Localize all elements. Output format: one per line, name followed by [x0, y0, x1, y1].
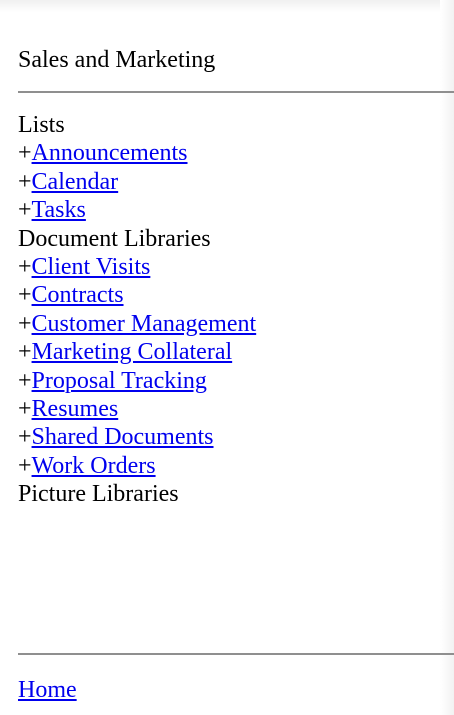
nav-item-work-orders: +Work Orders: [18, 452, 256, 480]
expand-plus: +: [18, 310, 32, 337]
link-proposal-tracking[interactable]: Proposal Tracking: [32, 368, 207, 394]
nav-item-contracts: +Contracts: [18, 281, 256, 309]
expand-plus: +: [18, 168, 32, 195]
link-customer-management[interactable]: Customer Management: [32, 311, 257, 337]
link-work-orders[interactable]: Work Orders: [32, 453, 156, 479]
top-divider: [18, 91, 454, 93]
expand-plus: +: [18, 197, 32, 224]
bottom-divider: [18, 653, 454, 655]
nav-item-customer-management: +Customer Management: [18, 310, 256, 338]
link-tasks[interactable]: Tasks: [32, 197, 86, 223]
link-contracts[interactable]: Contracts: [32, 282, 124, 308]
nav-item-marketing-collateral: +Marketing Collateral: [18, 338, 256, 366]
quick-launch-nav: Lists +Announcements +Calendar +Tasks Do…: [18, 111, 256, 508]
nav-item-tasks: +Tasks: [18, 196, 256, 224]
expand-plus: +: [18, 282, 32, 309]
nav-item-client-visits: +Client Visits: [18, 253, 256, 281]
expand-plus: +: [18, 339, 32, 366]
link-shared-documents[interactable]: Shared Documents: [32, 424, 214, 450]
link-marketing-collateral[interactable]: Marketing Collateral: [32, 339, 233, 365]
section-heading-lists: Lists: [18, 112, 65, 138]
nav-item-resumes: +Resumes: [18, 395, 256, 423]
nav-item-proposal-tracking: +Proposal Tracking: [18, 367, 256, 395]
link-calendar[interactable]: Calendar: [32, 169, 119, 195]
top-shadow: [0, 0, 454, 12]
section-heading-document-libraries: Document Libraries: [18, 225, 211, 252]
section-heading-picture-libraries: Picture Libraries: [18, 481, 179, 508]
link-resumes[interactable]: Resumes: [32, 396, 119, 422]
expand-plus: +: [18, 424, 32, 451]
right-shadow: [440, 0, 454, 715]
site-title: Sales and Marketing: [18, 47, 216, 73]
expand-plus: +: [18, 452, 32, 479]
expand-plus: +: [18, 395, 32, 422]
nav-item-shared-documents: +Shared Documents: [18, 423, 256, 451]
expand-plus: +: [18, 140, 32, 167]
home-link[interactable]: Home: [18, 676, 77, 704]
expand-plus: +: [18, 367, 32, 394]
expand-plus: +: [18, 253, 32, 280]
nav-item-announcements: +Announcements: [18, 139, 256, 167]
link-announcements[interactable]: Announcements: [32, 140, 188, 166]
link-client-visits[interactable]: Client Visits: [32, 254, 151, 280]
nav-item-calendar: +Calendar: [18, 168, 256, 196]
